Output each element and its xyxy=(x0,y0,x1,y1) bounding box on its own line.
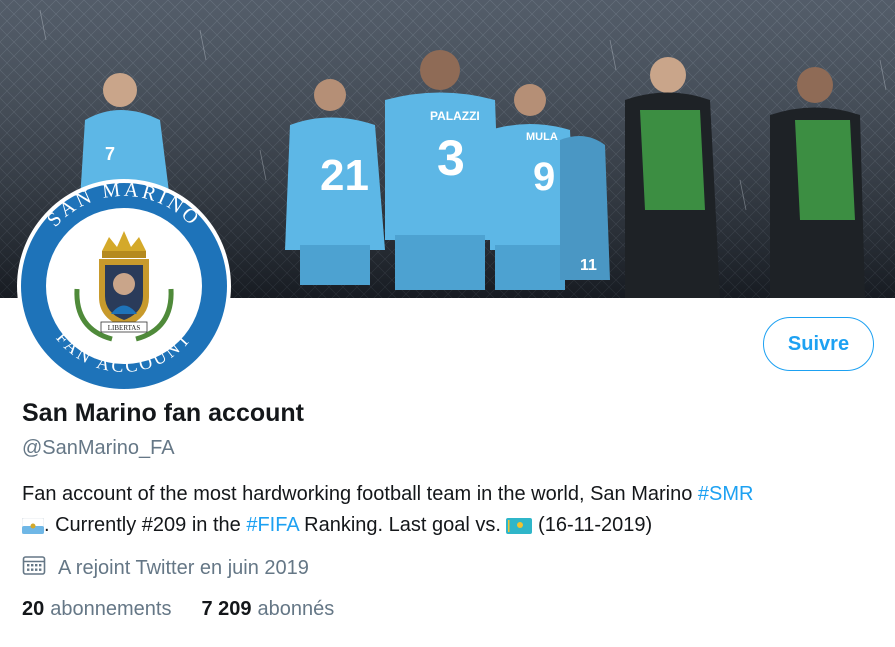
hashtag-smr-link[interactable]: #SMR xyxy=(698,483,754,505)
joined-date: A rejoint Twitter en juin 2019 xyxy=(22,554,309,582)
joined-label: A rejoint Twitter en juin 2019 xyxy=(58,556,309,579)
jersey-number: 11 xyxy=(580,257,597,274)
jersey-name: MULA xyxy=(526,131,558,143)
calendar-icon xyxy=(22,554,46,582)
san-marino-flag-icon xyxy=(22,518,44,534)
avatar-motto: LIBERTAS xyxy=(108,324,141,332)
profile-bio: Fan account of the most hardworking foot… xyxy=(22,479,872,541)
avatar[interactable]: SAN MARINO FAN ACCOUNT LIBERTAS xyxy=(17,179,231,393)
jersey-number: 3 xyxy=(437,130,465,186)
jersey-name: PALAZZI xyxy=(430,109,480,123)
following-count: 20 xyxy=(22,598,45,620)
profile-stats: 20 abonnements 7 209 abonnés xyxy=(22,598,364,621)
bio-text: (16-11-2019) xyxy=(532,514,653,536)
followers-count: 7 209 xyxy=(201,598,252,620)
jersey-number: 7 xyxy=(105,144,115,164)
profile-handle: @SanMarino_FA xyxy=(22,437,175,459)
profile-name: San Marino fan account xyxy=(22,399,304,427)
followers-label: abonnés xyxy=(257,598,335,620)
jersey-number: 9 xyxy=(533,155,555,199)
bio-text: Ranking. Last goal vs. xyxy=(298,514,507,536)
follow-button[interactable]: Suivre xyxy=(763,317,874,371)
bio-text: . Currently #209 in the xyxy=(44,514,247,536)
following-link[interactable]: 20 abonnements xyxy=(22,598,171,621)
hashtag-fifa-link[interactable]: #FIFA xyxy=(246,514,298,536)
kazakhstan-flag-icon xyxy=(506,518,533,534)
avatar-logo: SAN MARINO FAN ACCOUNT LIBERTAS xyxy=(21,179,227,389)
bio-text: Fan account of the most hardworking foot… xyxy=(22,483,698,505)
following-label: abonnements xyxy=(50,598,172,620)
jersey-number: 21 xyxy=(320,151,369,200)
followers-link[interactable]: 7 209 abonnés xyxy=(201,598,334,621)
